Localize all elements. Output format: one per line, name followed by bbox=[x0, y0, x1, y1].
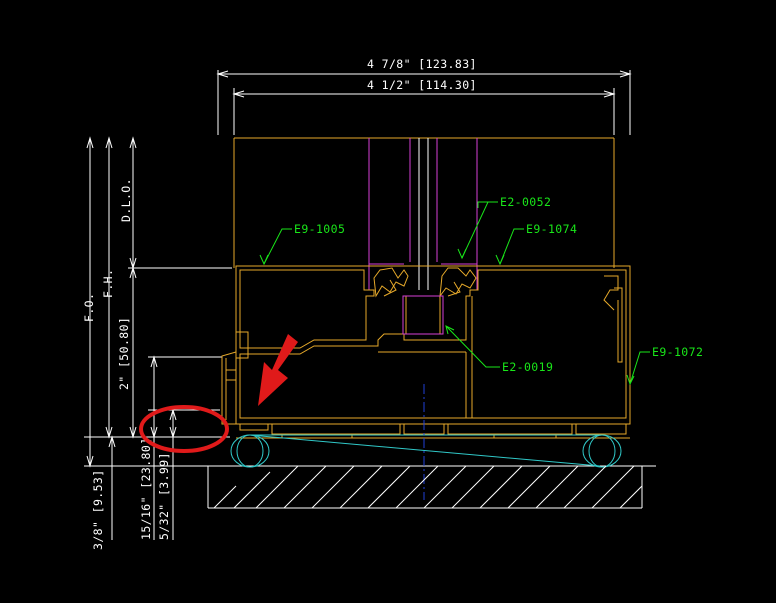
two-inch-label: 2" [50.80] bbox=[117, 317, 131, 390]
callout-e9-1074: E9-1074 bbox=[526, 222, 577, 236]
fh-label: F.H. bbox=[101, 269, 115, 298]
cad-drawing: 4 7/8" [123.83] 4 1/2" [114.30] F.O. F.H… bbox=[82, 57, 703, 550]
anchor-assembly bbox=[230, 434, 622, 468]
glass-outline bbox=[233, 137, 615, 268]
highlight-arrow bbox=[258, 334, 298, 406]
five-thirtyseconds-label: 5/32" [3.99] bbox=[157, 452, 171, 540]
callout-e9-1005: E9-1005 bbox=[294, 222, 345, 236]
gaskets bbox=[373, 267, 477, 335]
setting-block bbox=[402, 295, 444, 335]
inner-width-label: 4 1/2" [114.30] bbox=[367, 78, 477, 92]
overall-width-label: 4 7/8" [123.83] bbox=[367, 57, 477, 71]
substrate-hatch bbox=[207, 465, 643, 509]
callout-e2-0052: E2-0052 bbox=[500, 195, 551, 209]
callout-e9-1072: E9-1072 bbox=[652, 345, 703, 359]
fifteen-sixteenths-label: 15/16" [23.80] bbox=[139, 437, 153, 540]
dlo-label: D.L.O. bbox=[119, 178, 133, 222]
glass-spacer bbox=[418, 138, 429, 290]
fo-label: F.O. bbox=[82, 293, 96, 322]
glass-pane bbox=[368, 138, 478, 290]
callout-e2-0019: E2-0019 bbox=[502, 360, 553, 374]
three-eighths-label: 3/8" [9.53] bbox=[91, 469, 105, 550]
